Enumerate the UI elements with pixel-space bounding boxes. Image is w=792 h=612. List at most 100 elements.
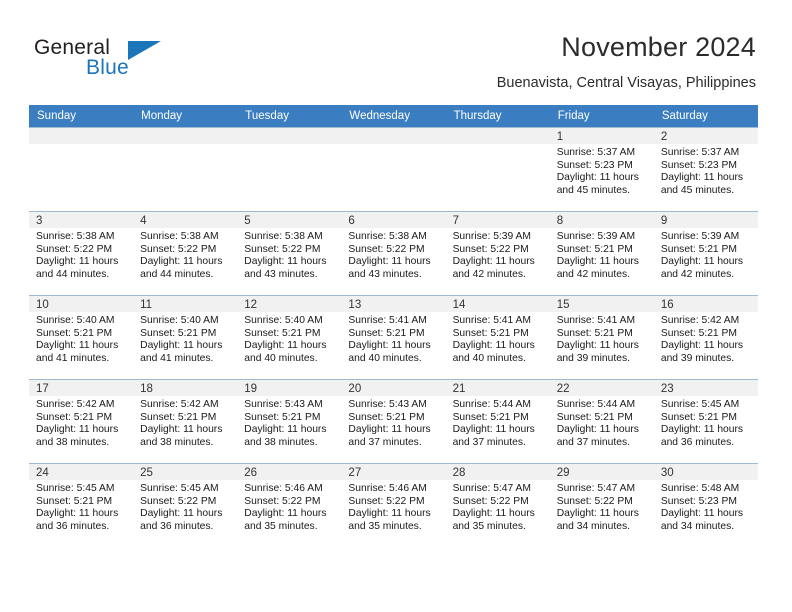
calendar-day-cell[interactable]: 16 Sunrise: 5:42 AM Sunset: 5:21 PM Dayligh… [653,295,758,380]
day-sunset-text: Sunset: 5:21 PM [36,411,113,423]
day-sunset-text: Sunset: 5:23 PM [556,159,633,171]
day-daylight-line1-text: Daylight: 11 hours [660,340,744,352]
day-sunrise-text: Sunrise: 5:41 AM [452,315,531,326]
day-details: Sunrise: 5:38 AM Sunset: 5:22 PM Daylight:… [29,228,133,281]
calendar-day-cell[interactable]: 14 Sunrise: 5:41 AM Sunset: 5:21 PM Dayligh… [445,295,550,380]
calendar-day-cell[interactable]: 4 Sunrise: 5:38 AM Sunset: 5:22 PM Daylight… [133,211,238,296]
weekday-header-sunday: Sunday [29,105,134,128]
weekday-header-tuesday: Tuesday [237,105,342,128]
calendar-day-cell[interactable]: 20 Sunrise: 5:43 AM Sunset: 5:21 PM Dayligh… [341,379,446,464]
day-sunrise-text: Sunrise: 5:44 AM [452,399,531,410]
calendar-day-cell[interactable]: 27 Sunrise: 5:46 AM Sunset: 5:22 PM Dayligh… [341,463,446,547]
day-sunrise-text: Sunrise: 5:45 AM [140,483,219,494]
day-number: 11 [133,296,238,312]
day-daylight-line2-text: and 42 minutes. [452,268,526,280]
day-number: 3 [29,212,134,228]
weekday-header-row: Sunday Monday Tuesday Wednesday Thursday… [29,105,758,128]
day-number: 27 [341,464,446,480]
day-daylight-line2-text: and 39 minutes. [660,352,735,364]
calendar-day-cell[interactable]: 2 Sunrise: 5:37 AM Sunset: 5:23 PM Daylight… [653,127,758,212]
day-sunset-text: Sunset: 5:22 PM [36,243,113,255]
day-daylight-line2-text: and 39 minutes. [556,352,630,364]
day-daylight-line1-text: Daylight: 11 hours [556,424,639,436]
calendar-day-cell[interactable]: 11 Sunrise: 5:40 AM Sunset: 5:21 PM Dayligh… [133,295,238,380]
day-number: 24 [29,464,134,480]
day-daylight-line1-text: Daylight: 11 hours [348,424,431,436]
day-daylight-line2-text: and 37 minutes. [452,436,526,448]
day-details: Sunrise: 5:40 AM Sunset: 5:21 PM Daylight:… [237,312,341,365]
calendar-day-cell[interactable]: 3 Sunrise: 5:38 AM Sunset: 5:22 PM Daylight… [29,211,134,296]
calendar-day-cell[interactable]: 23 Sunrise: 5:45 AM Sunset: 5:21 PM Dayligh… [653,379,758,464]
day-details: Sunrise: 5:45 AM Sunset: 5:21 PM Daylight:… [654,396,758,449]
calendar-day-cell[interactable]: 25 Sunrise: 5:45 AM Sunset: 5:22 PM Dayligh… [133,463,238,547]
calendar-week-row: 1 Sunrise: 5:37 AM Sunset: 5:23 PM Daylight… [29,127,758,212]
day-daylight-line1-text: Daylight: 11 hours [244,340,327,352]
calendar-day-cell[interactable]: 24 Sunrise: 5:45 AM Sunset: 5:21 PM Dayligh… [29,463,134,547]
day-daylight-line1-text: Daylight: 11 hours [556,508,639,520]
day-sunrise-text: Sunrise: 5:37 AM [556,147,636,158]
calendar-day-cell[interactable]: 8 Sunrise: 5:39 AM Sunset: 5:21 PM Daylight… [549,211,654,296]
calendar-table: Sunday Monday Tuesday Wednesday Thursday… [29,105,758,547]
day-sunset-text: Sunset: 5:21 PM [660,411,737,423]
day-number: 7 [445,212,550,228]
calendar-day-cell[interactable]: 12 Sunrise: 5:40 AM Sunset: 5:21 PM Dayligh… [237,295,342,380]
calendar-day-cell[interactable]: 10 Sunrise: 5:40 AM Sunset: 5:21 PM Dayligh… [29,295,134,380]
calendar-day-cell[interactable]: 29 Sunrise: 5:47 AM Sunset: 5:22 PM Dayligh… [549,463,654,547]
day-sunset-text: Sunset: 5:21 PM [452,327,529,339]
day-sunrise-text: Sunrise: 5:42 AM [36,399,115,410]
day-details: Sunrise: 5:46 AM Sunset: 5:22 PM Daylight:… [237,480,341,533]
calendar-day-cell[interactable]: 19 Sunrise: 5:43 AM Sunset: 5:21 PM Dayligh… [237,379,342,464]
day-daylight-line1-text: Daylight: 11 hours [556,340,639,352]
day-sunrise-text: Sunrise: 5:47 AM [452,483,531,494]
day-sunrise-text: Sunrise: 5:45 AM [36,483,115,494]
day-details: Sunrise: 5:40 AM Sunset: 5:21 PM Daylight:… [29,312,133,365]
calendar-day-cell-empty [445,127,550,212]
day-daylight-line2-text: and 44 minutes. [140,268,214,280]
day-daylight-line1-text: Daylight: 11 hours [36,340,119,352]
triangle-icon [128,41,161,60]
day-number: 21 [445,380,550,396]
day-details: Sunrise: 5:41 AM Sunset: 5:21 PM Daylight:… [550,312,654,365]
day-daylight-line2-text: and 41 minutes. [140,352,214,364]
day-sunset-text: Sunset: 5:22 PM [140,243,217,255]
calendar-day-cell[interactable]: 7 Sunrise: 5:39 AM Sunset: 5:22 PM Daylight… [445,211,550,296]
calendar-day-cell[interactable]: 13 Sunrise: 5:41 AM Sunset: 5:21 PM Dayligh… [341,295,446,380]
day-sunrise-text: Sunrise: 5:38 AM [244,231,323,242]
day-sunset-text: Sunset: 5:21 PM [660,327,737,339]
day-daylight-line2-text: and 38 minutes. [140,436,214,448]
day-sunrise-text: Sunrise: 5:39 AM [660,231,740,242]
weekday-header-monday: Monday [133,105,238,128]
weekday-header-thursday: Thursday [445,105,550,128]
day-daylight-line1-text: Daylight: 11 hours [36,424,119,436]
calendar-day-cell[interactable]: 5 Sunrise: 5:38 AM Sunset: 5:22 PM Daylight… [237,211,342,296]
calendar-day-cell[interactable]: 17 Sunrise: 5:42 AM Sunset: 5:21 PM Dayligh… [29,379,134,464]
calendar-day-cell[interactable]: 1 Sunrise: 5:37 AM Sunset: 5:23 PM Daylight… [549,127,654,212]
calendar-day-cell[interactable]: 15 Sunrise: 5:41 AM Sunset: 5:21 PM Dayligh… [549,295,654,380]
calendar-day-cell[interactable]: 28 Sunrise: 5:47 AM Sunset: 5:22 PM Dayligh… [445,463,550,547]
general-blue-logo[interactable]: General Blue [34,36,214,88]
day-daylight-line1-text: Daylight: 11 hours [244,256,327,268]
day-sunrise-text: Sunrise: 5:38 AM [140,231,219,242]
day-daylight-line2-text: and 34 minutes. [556,520,630,532]
day-details: Sunrise: 5:42 AM Sunset: 5:21 PM Daylight:… [29,396,133,449]
calendar-day-cell[interactable]: 26 Sunrise: 5:46 AM Sunset: 5:22 PM Dayligh… [237,463,342,547]
calendar-day-cell-empty [29,127,134,212]
day-daylight-line1-text: Daylight: 11 hours [140,508,223,520]
day-sunrise-text: Sunrise: 5:43 AM [244,399,323,410]
calendar-day-cell[interactable]: 18 Sunrise: 5:42 AM Sunset: 5:21 PM Dayligh… [133,379,238,464]
calendar-day-cell[interactable]: 30 Sunrise: 5:48 AM Sunset: 5:23 PM Dayligh… [653,463,758,547]
day-sunset-text: Sunset: 5:23 PM [660,495,737,507]
day-daylight-line2-text: and 42 minutes. [556,268,630,280]
calendar-day-cell[interactable]: 21 Sunrise: 5:44 AM Sunset: 5:21 PM Dayligh… [445,379,550,464]
calendar-day-cell[interactable]: 9 Sunrise: 5:39 AM Sunset: 5:21 PM Daylight… [653,211,758,296]
calendar-day-cell[interactable]: 6 Sunrise: 5:38 AM Sunset: 5:22 PM Daylight… [341,211,446,296]
day-number: 9 [653,212,758,228]
calendar-day-cell[interactable]: 22 Sunrise: 5:44 AM Sunset: 5:21 PM Dayligh… [549,379,654,464]
day-daylight-line1-text: Daylight: 11 hours [140,256,223,268]
day-sunrise-text: Sunrise: 5:39 AM [452,231,531,242]
day-sunset-text: Sunset: 5:22 PM [348,243,425,255]
calendar-day-cell-empty [341,127,446,212]
day-sunset-text: Sunset: 5:21 PM [556,327,633,339]
day-number: 29 [549,464,654,480]
calendar-day-cell-empty [133,127,238,212]
